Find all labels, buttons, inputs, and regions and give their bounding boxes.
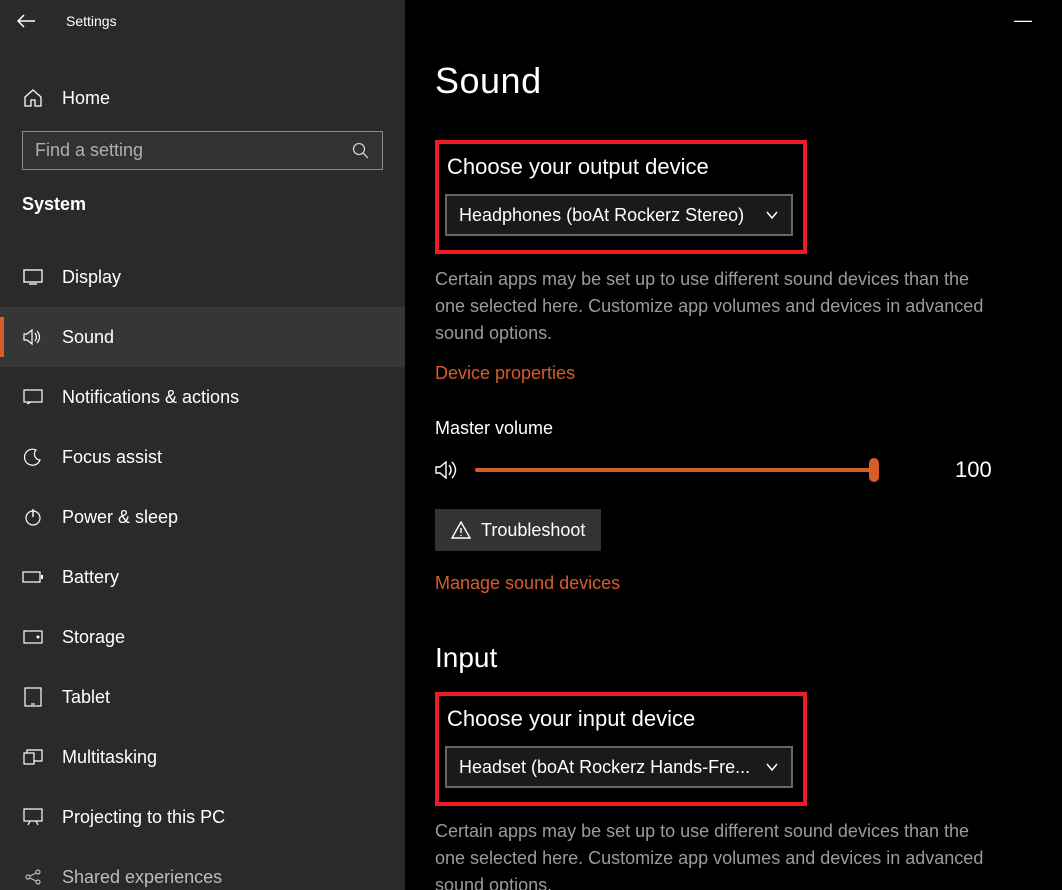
notifications-icon [22, 389, 44, 405]
display-icon [22, 269, 44, 285]
output-device-properties-link[interactable]: Device properties [435, 363, 575, 384]
sidebar-item-label: Display [62, 267, 121, 288]
sidebar: Settings Home System Display Sound [0, 0, 405, 890]
sidebar-item-sound[interactable]: Sound [0, 307, 405, 367]
input-description: Certain apps may be set up to use differ… [435, 818, 995, 890]
sidebar-item-label: Multitasking [62, 747, 157, 768]
output-device-dropdown[interactable]: Headphones (boAt Rockerz Stereo) [445, 194, 793, 236]
sidebar-item-storage[interactable]: Storage [0, 607, 405, 667]
search-icon [352, 142, 370, 160]
troubleshoot-label: Troubleshoot [481, 520, 585, 541]
search-box[interactable] [22, 131, 383, 170]
sidebar-item-focus-assist[interactable]: Focus assist [0, 427, 405, 487]
sidebar-item-label: Projecting to this PC [62, 807, 225, 828]
sidebar-item-notifications[interactable]: Notifications & actions [0, 367, 405, 427]
home-label: Home [62, 88, 110, 109]
minimize-button[interactable]: — [1014, 10, 1032, 31]
chevron-down-icon [765, 208, 779, 222]
warning-icon [451, 521, 471, 539]
sidebar-item-label: Shared experiences [62, 867, 222, 888]
volume-icon[interactable] [435, 459, 465, 481]
sidebar-item-battery[interactable]: Battery [0, 547, 405, 607]
power-icon [22, 508, 44, 526]
sidebar-category: System [22, 194, 405, 215]
arrow-left-icon [17, 14, 35, 28]
output-device-selected: Headphones (boAt Rockerz Stereo) [459, 205, 765, 226]
back-button[interactable] [16, 11, 36, 31]
input-device-selected: Headset (boAt Rockerz Hands-Fre... [459, 757, 765, 778]
titlebar: Settings [0, 0, 405, 43]
moon-icon [22, 448, 44, 466]
sidebar-item-label: Power & sleep [62, 507, 178, 528]
sidebar-item-projecting[interactable]: Projecting to this PC [0, 787, 405, 847]
input-device-dropdown[interactable]: Headset (boAt Rockerz Hands-Fre... [445, 746, 793, 788]
sidebar-home[interactable]: Home [0, 73, 405, 124]
sidebar-item-shared-experiences[interactable]: Shared experiences [0, 847, 405, 890]
master-volume-slider[interactable] [475, 468, 875, 472]
sidebar-item-label: Notifications & actions [62, 387, 239, 408]
sound-icon [22, 328, 44, 346]
troubleshoot-button[interactable]: Troubleshoot [435, 509, 601, 551]
input-heading: Input [435, 642, 1038, 674]
sidebar-item-label: Focus assist [62, 447, 162, 468]
sidebar-item-label: Battery [62, 567, 119, 588]
input-device-highlight: Choose your input device Headset (boAt R… [435, 692, 807, 806]
sidebar-item-label: Sound [62, 327, 114, 348]
sidebar-item-label: Tablet [62, 687, 110, 708]
output-device-highlight: Choose your output device Headphones (bo… [435, 140, 807, 254]
storage-icon [22, 630, 44, 644]
choose-output-label: Choose your output device [447, 154, 789, 180]
master-volume-row: 100 [435, 457, 1038, 483]
slider-thumb[interactable] [869, 458, 879, 482]
main-content: — Sound Choose your output device Headph… [405, 0, 1062, 890]
share-icon [22, 868, 44, 886]
battery-icon [22, 571, 44, 583]
choose-input-label: Choose your input device [447, 706, 789, 732]
app-title: Settings [66, 13, 117, 29]
manage-sound-devices-link[interactable]: Manage sound devices [435, 573, 620, 594]
output-description: Certain apps may be set up to use differ… [435, 266, 995, 347]
sidebar-item-label: Storage [62, 627, 125, 648]
sidebar-item-power-sleep[interactable]: Power & sleep [0, 487, 405, 547]
search-input[interactable] [35, 140, 352, 161]
multitasking-icon [22, 749, 44, 765]
chevron-down-icon [765, 760, 779, 774]
sidebar-item-display[interactable]: Display [0, 247, 405, 307]
page-title: Sound [435, 60, 1038, 102]
sidebar-nav: Display Sound Notifications & actions Fo… [0, 247, 405, 890]
sidebar-item-multitasking[interactable]: Multitasking [0, 727, 405, 787]
sidebar-item-tablet[interactable]: Tablet [0, 667, 405, 727]
projecting-icon [22, 808, 44, 826]
master-volume-value: 100 [955, 457, 992, 483]
master-volume-label: Master volume [435, 418, 1038, 439]
tablet-icon [22, 687, 44, 707]
home-icon [22, 88, 44, 108]
